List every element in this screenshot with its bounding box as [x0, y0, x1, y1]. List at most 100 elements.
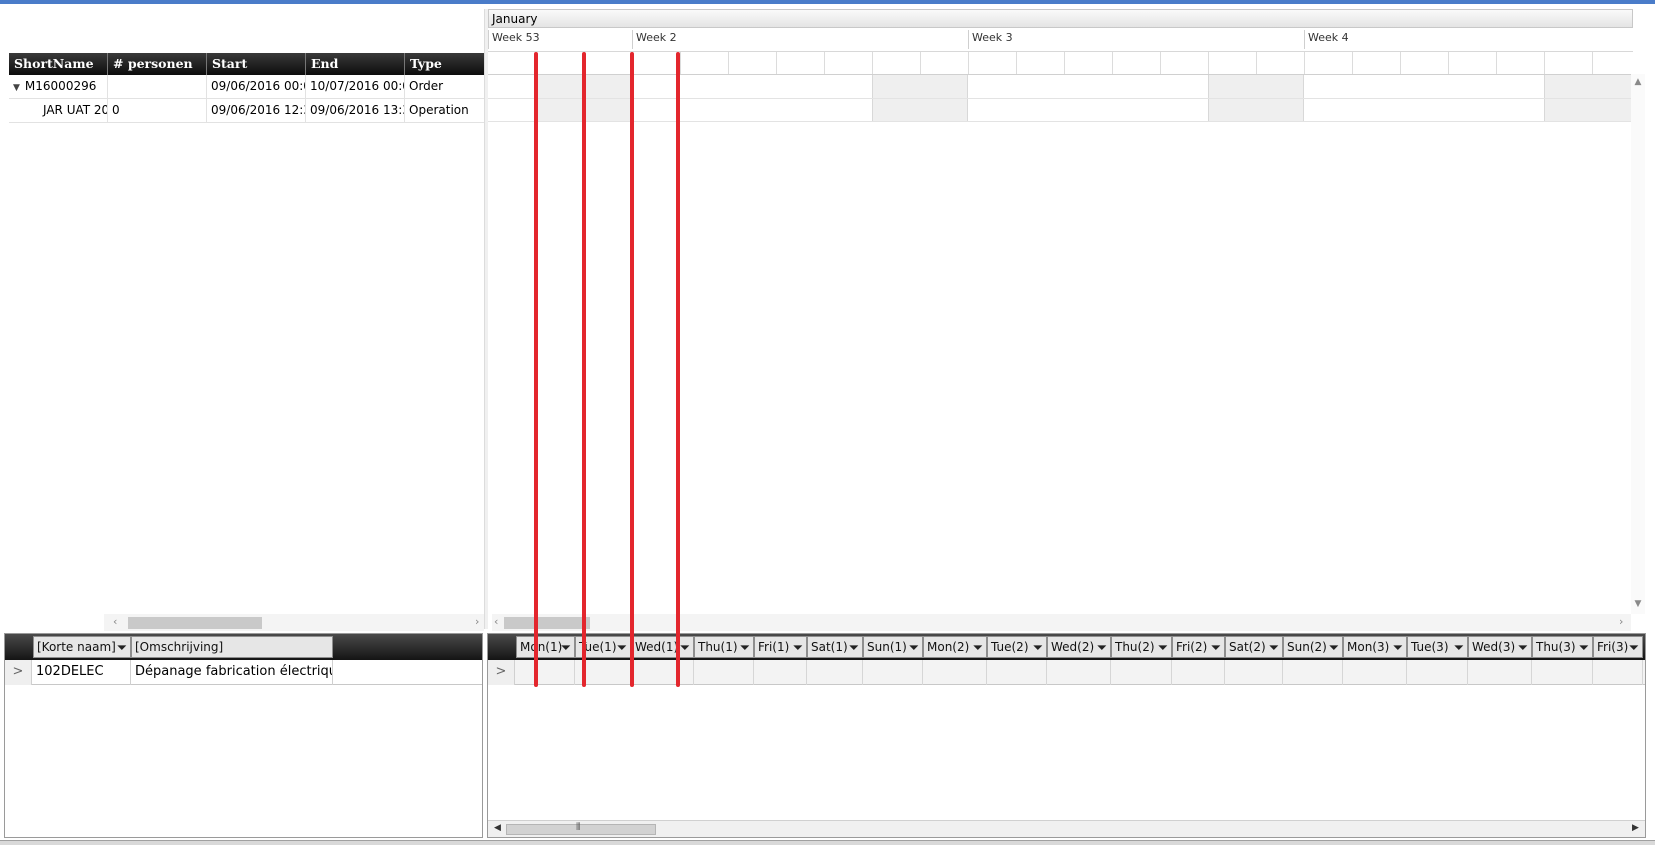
scroll-thumb[interactable] [504, 617, 590, 629]
day-grid-row[interactable]: > [488, 660, 1645, 685]
day-cell[interactable] [516, 660, 575, 685]
scroll-left-icon[interactable]: ◀ [494, 823, 501, 833]
day-cell[interactable] [1111, 660, 1172, 685]
day-cell[interactable] [1172, 660, 1225, 685]
column-header-day[interactable]: Sun(1) ⏷ [863, 636, 923, 658]
column-header-type[interactable]: Type [405, 53, 486, 75]
filter-icon[interactable]: ⏷ [1097, 639, 1107, 657]
scroll-down-icon[interactable]: ▼ [1631, 599, 1645, 609]
scroll-right-icon[interactable]: › [1619, 615, 1623, 628]
scroll-thumb[interactable]: ⦀ [506, 822, 656, 835]
column-header-day[interactable]: Fri(2) ⏷ [1172, 636, 1225, 658]
marker-line [676, 52, 680, 687]
column-header-shortname[interactable]: ShortName [9, 53, 108, 75]
tree-row-operation[interactable]: JAR UAT 20 0 09/06/2016 12:34 09/06/2016… [9, 99, 486, 123]
column-header-day[interactable]: Fri(3) ⏷ [1593, 636, 1643, 658]
day-cell[interactable] [1225, 660, 1283, 685]
column-header-day[interactable]: Mon(2) ⏷ [923, 636, 987, 658]
column-header-label: Thu(1) [698, 640, 738, 654]
day-cell[interactable] [1593, 660, 1643, 685]
column-header-label: Sun(1) [867, 640, 907, 654]
tree-grid-hscrollbar[interactable]: ‹ › [104, 614, 484, 631]
column-header-day[interactable]: Sat(1) ⏷ [807, 636, 863, 658]
filter-icon[interactable]: ⏷ [617, 639, 627, 657]
filter-icon[interactable]: ⏷ [1329, 639, 1339, 657]
filter-icon[interactable]: ⏷ [1454, 639, 1464, 657]
scroll-right-icon[interactable]: ▶ [1632, 823, 1639, 833]
column-header-end[interactable]: End [306, 53, 405, 75]
column-header-personen[interactable]: # personen [108, 53, 207, 75]
day-cell[interactable] [631, 660, 694, 685]
filter-icon[interactable]: ⏷ [117, 639, 127, 657]
filter-icon[interactable]: ⏷ [1158, 639, 1168, 657]
column-header-day[interactable]: Thu(2) ⏷ [1111, 636, 1172, 658]
resource-row[interactable]: > 102DELEC Dépanage fabrication électriq… [5, 660, 482, 685]
filter-icon[interactable]: ⏷ [561, 639, 571, 657]
scroll-thumb[interactable] [128, 617, 262, 629]
scroll-left-icon[interactable]: ‹ [494, 615, 498, 628]
chart-vscrollbar[interactable]: ▲ ▼ [1631, 74, 1645, 614]
column-header-day[interactable]: Sat(2) ⏷ [1225, 636, 1283, 658]
column-header-korte-naam[interactable]: [Korte naam] ⏷ [33, 636, 131, 658]
column-header-day[interactable]: Mon(1) ⏷ [516, 636, 575, 658]
day-cell[interactable] [754, 660, 807, 685]
column-header-day[interactable]: Wed(2) ⏷ [1047, 636, 1111, 658]
row-indicator[interactable]: > [5, 660, 32, 685]
day-cell[interactable] [1468, 660, 1532, 685]
tree-grid-header: ShortName # personen Start End Type [9, 53, 486, 75]
tree-row-order[interactable]: ▼ M16000296 09/06/2016 00:00 10/07/2016 0… [9, 75, 486, 99]
filter-icon[interactable]: ⏷ [849, 639, 859, 657]
day-cell[interactable] [1343, 660, 1407, 685]
day-cell[interactable] [1283, 660, 1343, 685]
day-cell[interactable] [694, 660, 754, 685]
filter-icon[interactable]: ⏷ [1269, 639, 1279, 657]
filter-icon[interactable]: ⏷ [793, 639, 803, 657]
day-tick [1400, 52, 1401, 75]
column-header-day[interactable]: Mon(3) ⏷ [1343, 636, 1407, 658]
day-cell[interactable] [807, 660, 863, 685]
filter-icon[interactable]: ⏷ [740, 639, 750, 657]
cell-end: 10/07/2016 00:00 [306, 75, 405, 98]
filter-icon[interactable]: ⏷ [909, 639, 919, 657]
column-header-day[interactable]: Tue(2) ⏷ [987, 636, 1047, 658]
window-top-accent [0, 0, 1655, 4]
column-header-label: Wed(3) [1472, 640, 1516, 654]
filter-icon[interactable]: ⏷ [1033, 639, 1043, 657]
day-cell[interactable] [987, 660, 1047, 685]
chart-hscrollbar[interactable]: ‹ › [492, 614, 1631, 631]
cell-shortname: JAR UAT 20 [9, 99, 108, 122]
column-header-day[interactable]: Tue(3) ⏷ [1407, 636, 1468, 658]
filter-icon[interactable]: ⏷ [1629, 639, 1639, 657]
filter-icon[interactable]: ⏷ [1579, 639, 1589, 657]
day-tick [1208, 52, 1209, 75]
column-header-day[interactable]: Thu(3) ⏷ [1532, 636, 1593, 658]
day-cell[interactable] [863, 660, 923, 685]
column-header-day[interactable]: Wed(1) ⏷ [631, 636, 694, 658]
column-header-start[interactable]: Start [207, 53, 306, 75]
filter-icon[interactable]: ⏷ [1211, 639, 1221, 657]
column-header-day[interactable]: Thu(1) ⏷ [694, 636, 754, 658]
column-header-day[interactable]: Wed(3) ⏷ [1468, 636, 1532, 658]
panel-splitter[interactable] [484, 9, 488, 629]
filter-icon[interactable]: ⏷ [1518, 639, 1528, 657]
day-grid-hscrollbar[interactable]: ◀ ⦀ ▶ [488, 820, 1645, 837]
expand-collapse-icon[interactable]: ▼ [13, 83, 20, 93]
day-cell[interactable] [1532, 660, 1593, 685]
column-header-omschrijving[interactable]: [Omschrijving] [131, 636, 333, 658]
filter-icon[interactable]: ⏷ [973, 639, 983, 657]
filter-icon[interactable]: ⏷ [1393, 639, 1403, 657]
day-cell[interactable] [1047, 660, 1111, 685]
day-cell[interactable] [1407, 660, 1468, 685]
column-header-day[interactable]: Sun(2) ⏷ [1283, 636, 1343, 658]
day-tick [1160, 52, 1161, 75]
marker-line [534, 52, 538, 687]
column-header-label: [Omschrijving] [135, 640, 224, 654]
day-cell[interactable] [923, 660, 987, 685]
filter-icon[interactable]: ⏷ [680, 639, 690, 657]
scroll-up-icon[interactable]: ▲ [1631, 77, 1645, 87]
scroll-right-icon[interactable]: › [475, 615, 479, 628]
column-header-day[interactable]: Fri(1) ⏷ [754, 636, 807, 658]
row-indicator[interactable]: > [488, 660, 515, 685]
divider [488, 74, 1633, 75]
scroll-left-icon[interactable]: ‹ [113, 615, 117, 628]
